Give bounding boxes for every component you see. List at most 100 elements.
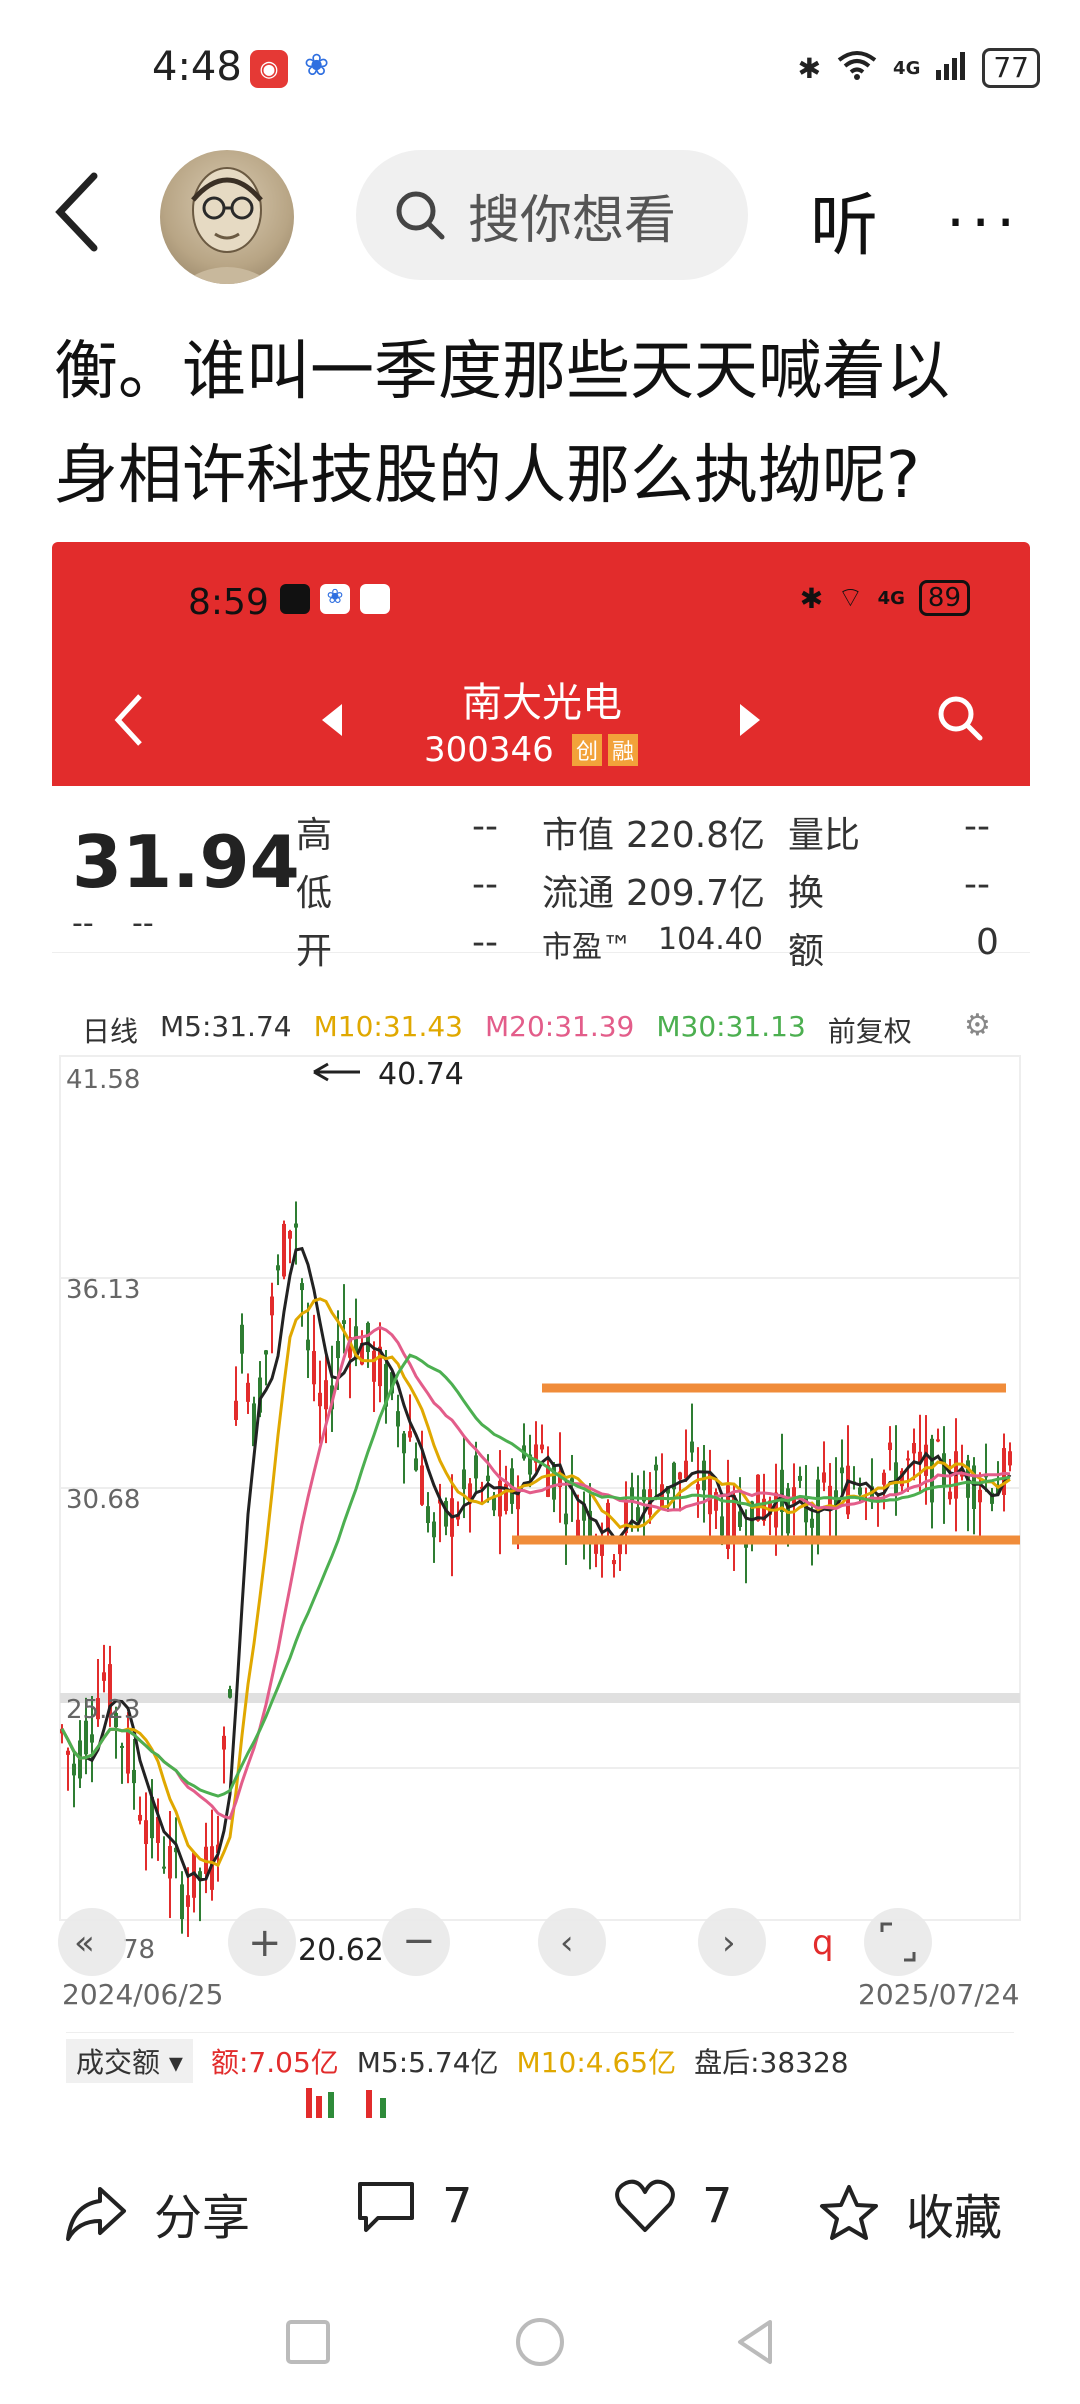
comment-button[interactable]: 7 [356,2178,473,2234]
pe-label: 市盈™ [542,930,632,965]
chevron-left-icon[interactable] [114,692,144,752]
listen-button[interactable]: 听 [810,170,878,269]
candle-body [486,1475,490,1482]
embedded-screenshot[interactable]: 8:59 ❀ ✱ ⌔ 4G 89 南大光电 300346 创 融 31.94 -… [52,542,1030,2118]
candle-body [408,1431,412,1438]
candle-body [186,1895,190,1907]
double-chevron-left-icon: « [74,1923,95,1963]
article-line-2: 身相许科技股的人那么执拗呢? [54,439,920,513]
inner-status-icons: ✱ ⌔ 4G 89 [800,580,970,616]
search-icon[interactable] [936,694,984,746]
signal-icon [936,50,966,87]
candle-body [780,1469,784,1513]
chevron-right-icon: › [722,1923,736,1963]
candle-body [936,1439,940,1442]
candle-body [708,1473,712,1515]
back-triangle-icon[interactable] [738,2320,772,2364]
amount-value: 0 [976,922,999,963]
candle-body [600,1542,604,1556]
bluetooth-icon: ✱ [799,581,824,615]
battery-indicator: 77 [982,48,1040,88]
candle-body [564,1513,568,1525]
turnover-value: -- [964,864,990,905]
search-icon [396,191,445,240]
volume-ratio-label: 量比 [788,815,861,856]
candle-body [690,1441,694,1453]
volume-m10: M10:4.65亿 [516,2046,677,2079]
candle-body [942,1453,946,1487]
float-label: 流通 [542,873,615,914]
ma5-label: M5:31.74 [160,1010,292,1043]
like-count: 7 [702,2178,733,2234]
date-start: 2024/06/25 [62,1978,223,2011]
gear-icon[interactable]: ⚙ [964,1008,991,1043]
amount-label: 额 [788,931,825,972]
more-button[interactable]: ··· [946,188,1021,258]
like-button[interactable]: 7 [614,2178,733,2234]
candle-body [72,1763,76,1776]
candlestick-series [60,1201,1012,1937]
candle-body [474,1455,478,1479]
home-icon[interactable] [516,2318,564,2366]
volume-amount: 额:7.05亿 [210,2046,339,2079]
candle-body [858,1487,862,1495]
mcap-value: 220.8亿 [626,815,766,856]
avatar[interactable] [160,150,294,284]
minus-icon: − [402,1918,436,1964]
back-button[interactable] [52,172,102,252]
after-hours: 盘后:38328 [694,2046,849,2079]
inner-status-time: 8:59 [188,582,269,623]
share-button[interactable]: 分享 [64,2178,250,2248]
chevron-left-icon [55,172,98,252]
tiktok-icon [280,584,310,614]
candle-body [840,1467,844,1474]
q-marker-icon[interactable]: q [812,1923,834,1963]
next-stock-icon[interactable] [738,702,762,742]
candle-body [738,1511,742,1527]
status-time: 4:48 [152,44,242,90]
candle-body [420,1465,424,1505]
stock-name: 南大光电 [462,680,622,726]
wifi-icon [837,50,877,87]
adjust-label[interactable]: 前复权 [828,1010,912,1050]
share-icon [66,2187,126,2241]
candle-body [162,1866,166,1869]
quote-panel: 31.94 -- -- 高 -- 低 -- 开 -- 市值 220.8亿 流通 … [52,786,1030,972]
fullscreen-button[interactable] [864,1908,932,1976]
turnover-label: 换 [788,873,825,914]
pe-value: 104.40 [658,922,763,957]
candle-body [288,1231,292,1239]
ma10-label: M10:31.43 [313,1010,463,1043]
candle-body [102,1672,106,1681]
y-tick-2: 36.13 [66,1275,140,1305]
favorite-button[interactable]: 收藏 [818,2178,1002,2248]
open-value: -- [472,922,498,963]
last-price: 31.94 [72,820,300,904]
candle-body [282,1223,286,1277]
candle-body [222,1735,226,1750]
prev-stock-icon[interactable] [320,702,344,742]
candle-body [462,1469,466,1490]
candle-body [906,1458,910,1461]
candle-body [612,1560,616,1565]
recents-icon[interactable] [286,2320,330,2364]
ma20-line [60,1325,1011,1821]
action-bar: 分享 7 7 收藏 [0,2150,1080,2260]
kline-chart[interactable]: 41.58 36.13 30.68 25.23 78 40.74 20.62 «… [52,1048,1030,2118]
candle-body [234,1400,238,1420]
candle-body [228,1689,232,1698]
candle-body [798,1475,802,1481]
candle-body [402,1433,406,1454]
search-box[interactable]: 搜你想看 [356,150,748,280]
candle-body [414,1458,418,1471]
price-change: -- [72,906,94,941]
period-label[interactable]: 日线 [82,1010,138,1050]
volume-selector[interactable]: 成交额 ▾ [66,2039,193,2083]
comment-count: 7 [442,2178,473,2234]
paw-icon: ❀ [320,584,350,614]
candle-body [372,1350,376,1382]
candle-body [1008,1451,1012,1466]
volume-selector-label: 成交额 [76,2046,161,2079]
candle-body [846,1465,850,1515]
candle-body [66,1750,70,1755]
